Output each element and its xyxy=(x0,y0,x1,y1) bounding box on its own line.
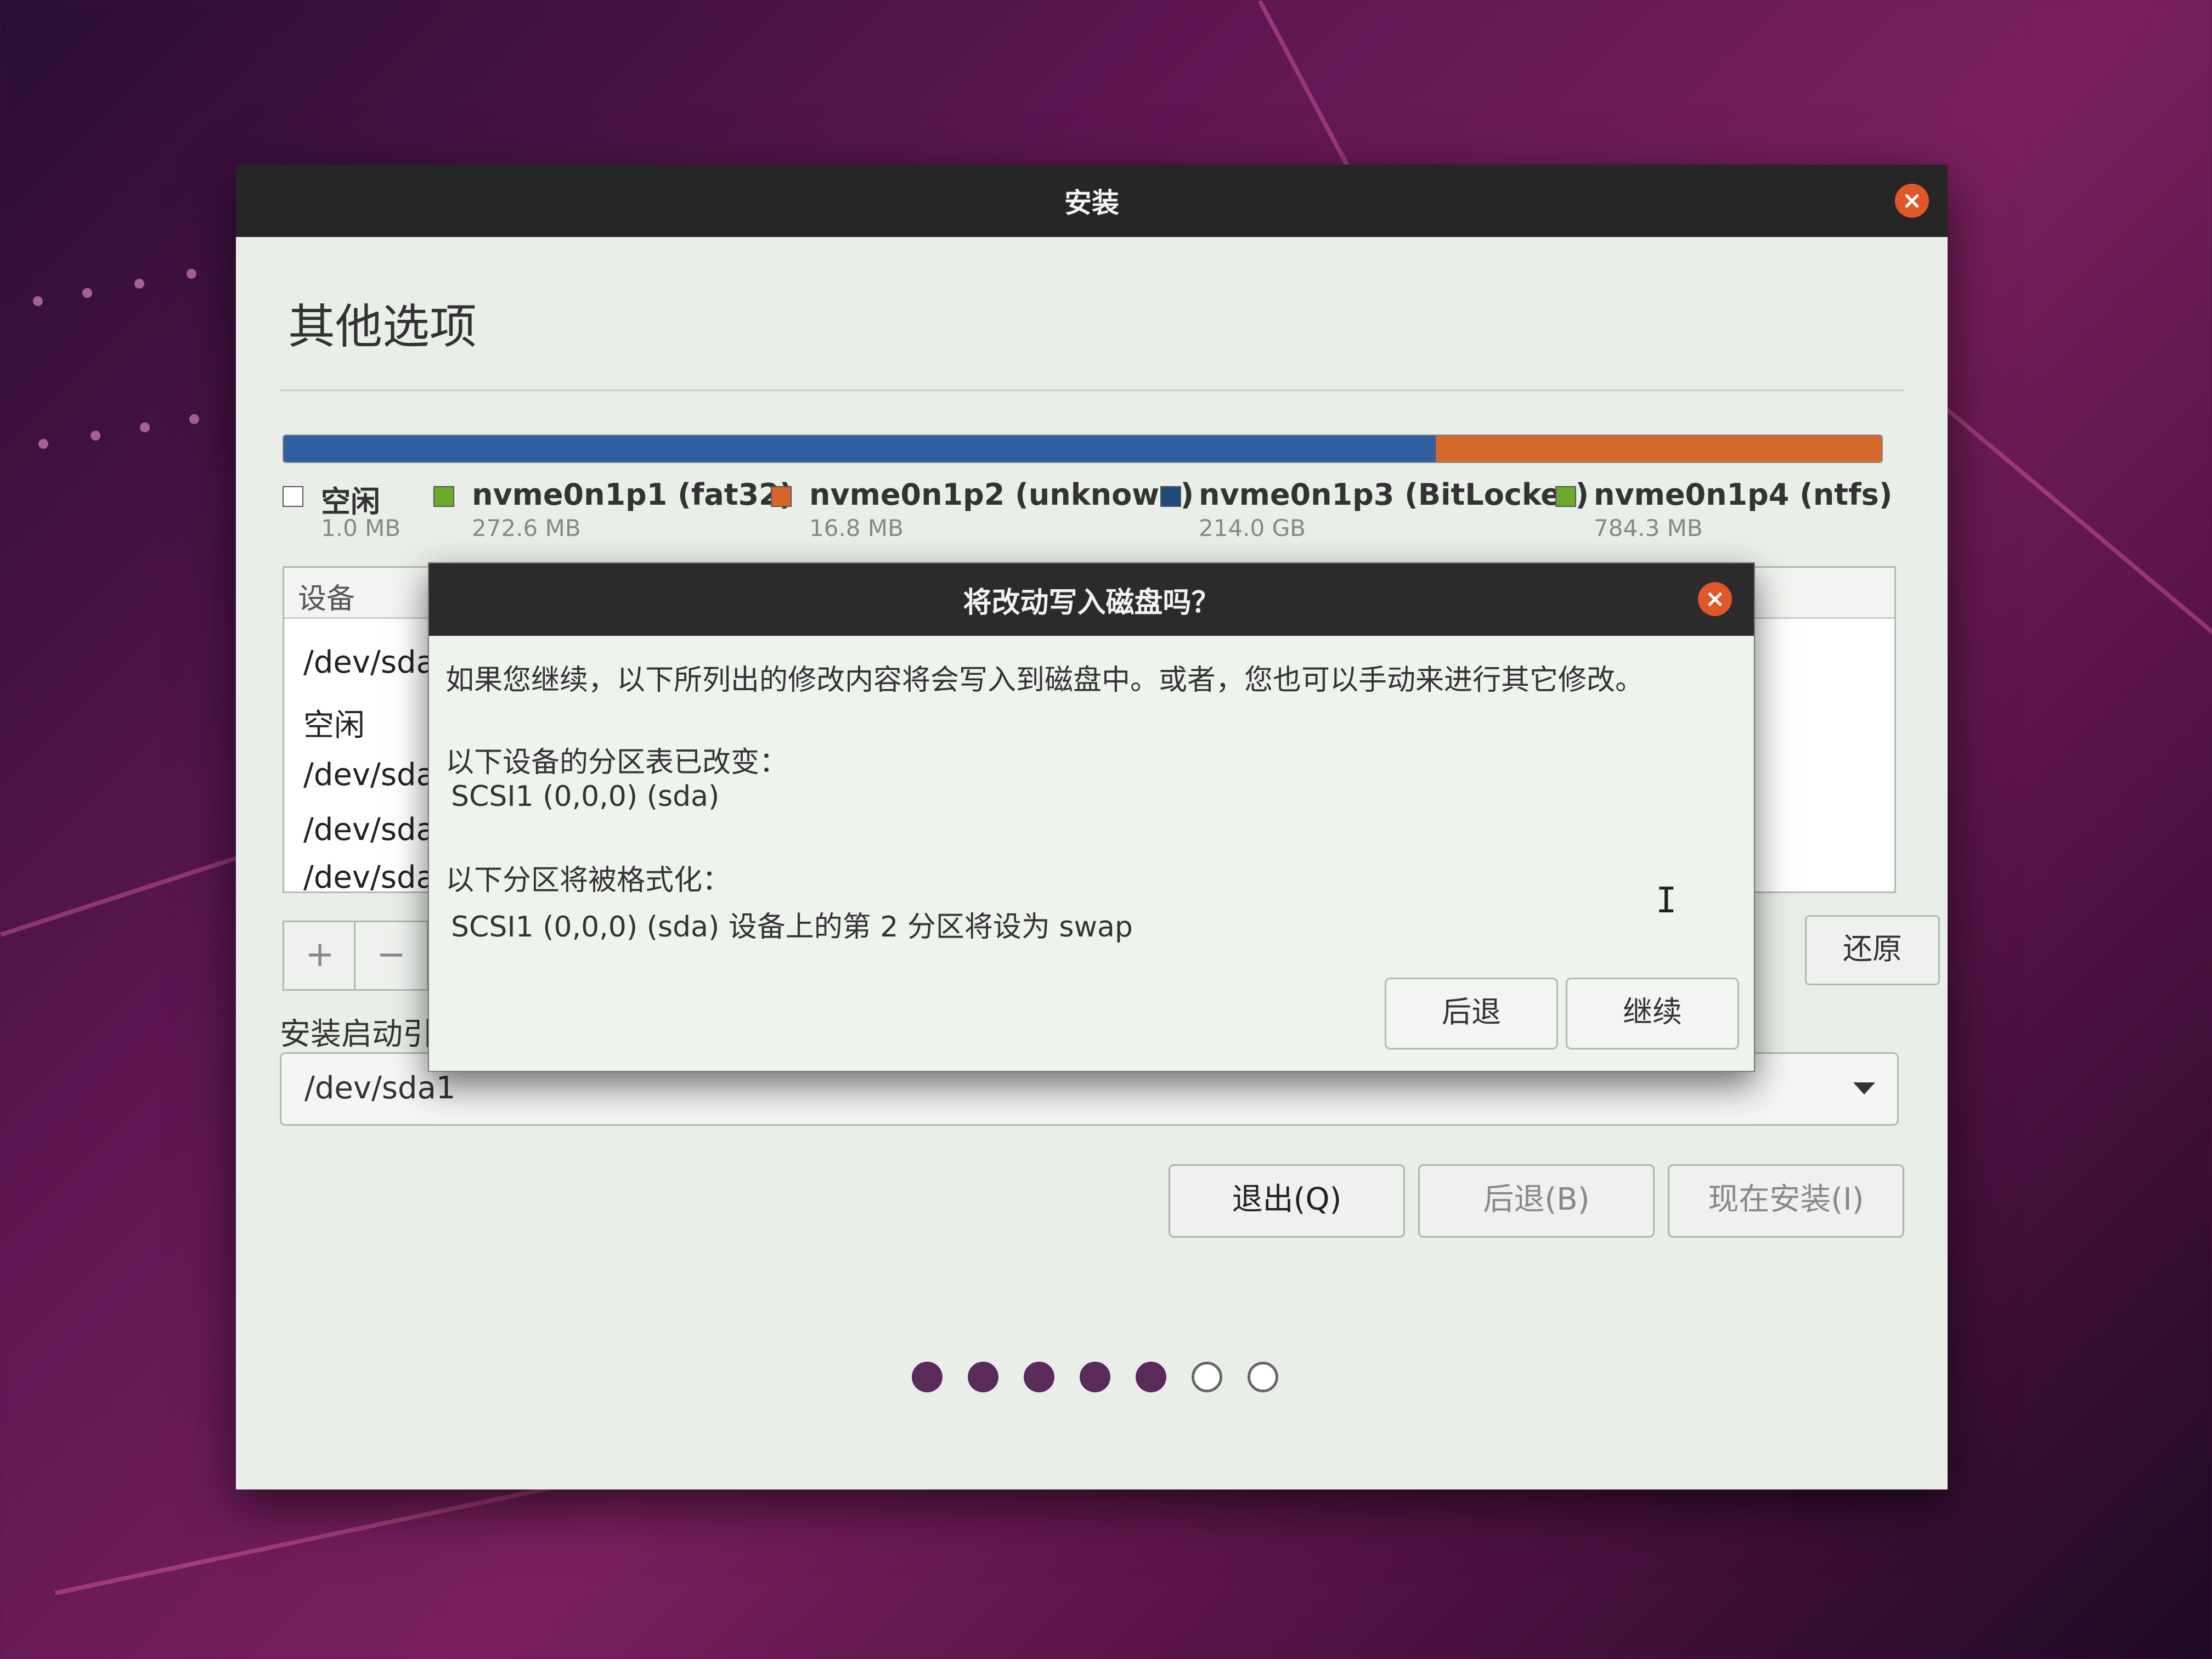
divider xyxy=(280,390,1904,391)
page-title: 其他选项 xyxy=(288,300,477,354)
dialog-intro-text: 如果您继续，以下所列出的修改内容将会写入到磁盘中。或者，您也可以手动来进行其它修… xyxy=(445,664,1644,697)
column-header-device: 设备 xyxy=(298,583,356,616)
table-row[interactable]: /dev/sda xyxy=(303,812,435,848)
partition-bar-segment-bitlocker xyxy=(284,436,1436,462)
dialog-close-icon[interactable]: × xyxy=(1698,582,1732,616)
background-dot xyxy=(140,422,150,432)
bootloader-label: 安装启动引 xyxy=(280,1017,433,1052)
progress-dot xyxy=(1024,1362,1054,1392)
partition-bar-segment-other xyxy=(1436,436,1882,462)
legend-size: 272.6 MB xyxy=(472,515,581,541)
background-dot xyxy=(91,431,100,441)
partition-legend: 空闲 1.0 MB nvme0n1p1 (fat32) 272.6 MB nvm… xyxy=(283,477,1901,543)
format-item: SCSI1 (0,0,0) (sda) 设备上的第 2 分区将设为 swap xyxy=(451,911,1133,944)
legend-swatch xyxy=(1160,486,1181,507)
bootloader-device-value: /dev/sda1 xyxy=(304,1070,456,1106)
remove-partition-button[interactable]: − xyxy=(354,921,428,991)
partition-usage-bar xyxy=(283,435,1883,463)
legend-name: nvme0n1p3 (BitLocker) xyxy=(1199,477,1589,512)
legend-swatch xyxy=(771,486,792,507)
write-changes-dialog: 将改动写入磁盘吗？ × 如果您继续，以下所列出的修改内容将会写入到磁盘中。或者，… xyxy=(428,562,1755,1072)
window-close-icon[interactable]: × xyxy=(1895,184,1929,218)
format-heading: 以下分区将被格式化： xyxy=(445,864,731,897)
table-row[interactable]: /dev/sda xyxy=(303,757,435,793)
partition-table-heading: 以下设备的分区表已改变： xyxy=(445,746,788,779)
table-row[interactable]: 空闲 xyxy=(303,701,365,745)
legend-name: nvme0n1p4 (ntfs) xyxy=(1594,477,1893,512)
legend-name: nvme0n1p2 (unknown) xyxy=(809,477,1194,512)
quit-button[interactable]: 退出(Q) xyxy=(1169,1164,1405,1238)
background-dot xyxy=(82,288,92,298)
background-dot xyxy=(134,279,144,289)
progress-dot xyxy=(912,1362,943,1392)
legend-swatch xyxy=(283,486,303,507)
partition-table-device: SCSI1 (0,0,0) (sda) xyxy=(451,780,720,813)
progress-dot xyxy=(1080,1362,1110,1392)
background-dot xyxy=(38,439,48,449)
table-row[interactable]: /dev/sda xyxy=(303,645,435,680)
progress-dot xyxy=(1248,1362,1278,1392)
progress-dot xyxy=(1136,1362,1166,1392)
legend-size: 1.0 MB xyxy=(321,515,401,541)
window-title: 安装 xyxy=(1064,187,1119,219)
legend-size: 784.3 MB xyxy=(1594,515,1703,541)
background-dot xyxy=(189,414,199,424)
dialog-continue-button[interactable]: 继续 xyxy=(1566,978,1739,1049)
background-dot xyxy=(33,296,43,306)
legend-swatch xyxy=(433,486,454,507)
dialog-title: 将改动写入磁盘吗？ xyxy=(963,586,1220,619)
background-dot xyxy=(187,269,196,279)
dialog-titlebar: 将改动写入磁盘吗？ × xyxy=(429,563,1754,636)
progress-dots xyxy=(912,1362,1285,1395)
legend-swatch xyxy=(1555,486,1576,507)
legend-name: nvme0n1p1 (fat32) xyxy=(472,477,793,512)
chevron-down-icon xyxy=(1853,1082,1875,1094)
revert-button[interactable]: 还原 xyxy=(1805,915,1940,985)
progress-dot xyxy=(1192,1362,1222,1392)
back-button[interactable]: 后退(B) xyxy=(1418,1164,1655,1238)
add-partition-button[interactable]: + xyxy=(283,921,357,991)
window-titlebar: 安装 × xyxy=(236,165,1948,237)
dialog-back-button[interactable]: 后退 xyxy=(1385,978,1558,1049)
install-now-button[interactable]: 现在安装(I) xyxy=(1668,1164,1904,1238)
progress-dot xyxy=(968,1362,998,1392)
legend-size: 16.8 MB xyxy=(809,515,904,541)
table-row[interactable]: /dev/sda xyxy=(303,860,435,895)
legend-size: 214.0 GB xyxy=(1199,515,1306,541)
background-line xyxy=(1917,384,2212,882)
text-cursor-icon: I xyxy=(1656,881,1677,921)
